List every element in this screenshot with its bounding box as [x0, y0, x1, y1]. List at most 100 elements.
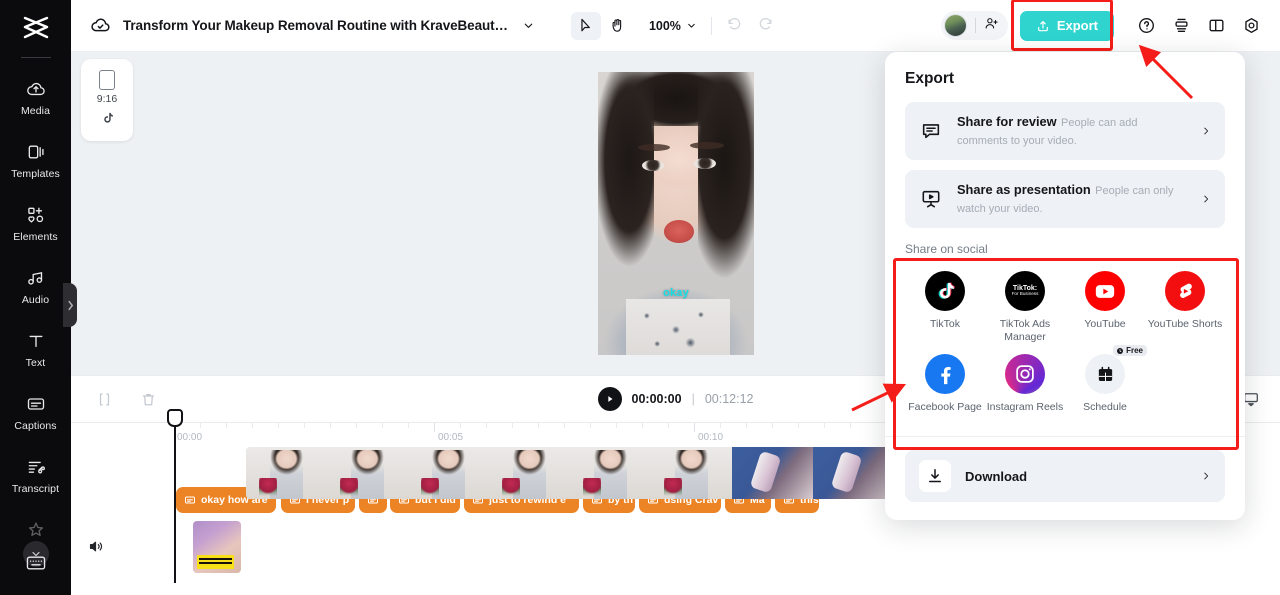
- social-item-label: Schedule: [1083, 401, 1127, 414]
- toolbar-divider: [710, 16, 712, 35]
- social-item-label: Facebook Page: [908, 401, 982, 414]
- export-panel: Export Share for review People can add c…: [885, 52, 1245, 521]
- preview-lips: [664, 220, 694, 243]
- preview-brow-left: [638, 144, 670, 151]
- facebook-icon: [925, 354, 965, 395]
- social-item-youtube-shorts[interactable]: YouTube Shorts: [1145, 271, 1225, 344]
- social-item-schedule[interactable]: Free Schedule: [1065, 345, 1147, 414]
- settings-gear-icon[interactable]: [1236, 11, 1266, 41]
- social-item-facebook-page[interactable]: Facebook Page: [905, 354, 985, 414]
- sidebar-item-text[interactable]: Text: [0, 322, 71, 375]
- social-item-label: Instagram Reels: [986, 401, 1064, 414]
- zoom-level-selector[interactable]: 100%: [649, 19, 697, 33]
- sidebar-item-audio[interactable]: Audio: [0, 259, 71, 312]
- redo-button[interactable]: [757, 15, 774, 37]
- tiktok-for-business-icon: TikTok: For Business: [1005, 271, 1045, 311]
- timeline-clip-intro[interactable]: [193, 521, 241, 573]
- undo-button[interactable]: [726, 15, 743, 37]
- sidebar-divider: [20, 57, 51, 58]
- ruler-label: 00:05: [438, 432, 464, 443]
- left-sidebar: Media Templates Elements Audio Text Capt…: [0, 0, 71, 595]
- video-thumbnail: [327, 447, 408, 499]
- chevron-down-icon[interactable]: [522, 19, 535, 32]
- project-title: Transform Your Makeup Removal Routine wi…: [123, 18, 508, 33]
- collaborators-group[interactable]: [940, 11, 1008, 40]
- portrait-frame-icon: [99, 70, 115, 90]
- preview-hair-left: [598, 72, 654, 298]
- main-video-clip[interactable]: [246, 447, 894, 499]
- clock-icon: [1117, 347, 1124, 354]
- play-button[interactable]: [597, 387, 622, 411]
- presentation-icon: [919, 187, 943, 211]
- video-thumbnail: [813, 447, 894, 499]
- sidebar-item-label: Elements: [13, 231, 58, 243]
- video-thumbnail: [732, 447, 813, 499]
- panel-collapse-handle[interactable]: [63, 283, 77, 327]
- toolbar-right-group: Export: [940, 0, 1266, 51]
- preview-caption-overlay: okay: [663, 287, 689, 299]
- social-grid: TikTok TikTok: For Business TikTok Ads M…: [905, 265, 1225, 422]
- share-as-presentation-option[interactable]: Share as presentation People can only wa…: [905, 170, 1225, 228]
- playhead-handle[interactable]: [167, 409, 183, 427]
- sidebar-item-transcript[interactable]: Transcript: [0, 448, 71, 501]
- templates-icon: [25, 141, 47, 163]
- export-button[interactable]: Export: [1019, 10, 1114, 41]
- social-item-tiktok-ads-manager[interactable]: TikTok: For Business TikTok Ads Manager: [985, 271, 1065, 344]
- social-item-youtube[interactable]: YouTube: [1065, 271, 1145, 344]
- video-thumbnail: [570, 447, 651, 499]
- ruler-label: 00:10: [698, 432, 724, 443]
- video-thumbnail: [489, 447, 570, 499]
- chevron-right-icon: [1201, 125, 1211, 137]
- video-thumbnail: [408, 447, 489, 499]
- video-thumbnail: [651, 447, 732, 499]
- avatar-divider: [974, 18, 976, 33]
- social-item-label: TikTok: [930, 318, 960, 330]
- preview-hair-right: [698, 72, 754, 316]
- social-item-instagram-reels[interactable]: Instagram Reels: [985, 354, 1065, 414]
- split-layout-icon[interactable]: [1201, 11, 1231, 41]
- help-circle-icon[interactable]: [1131, 11, 1161, 41]
- chevron-down-icon: [688, 23, 695, 28]
- layers-icon[interactable]: [1166, 11, 1196, 41]
- capcut-logo-icon[interactable]: [18, 13, 54, 43]
- tiktok-icon: [925, 271, 965, 311]
- share-for-review-option[interactable]: Share for review People can add comments…: [905, 102, 1225, 160]
- aspect-ratio-card[interactable]: 9:16: [81, 59, 133, 141]
- preview-eye-right: [694, 158, 716, 169]
- panel-divider: [885, 436, 1245, 438]
- zoom-level-value: 100%: [648, 18, 681, 33]
- social-item-label: YouTube Shorts: [1147, 318, 1223, 330]
- sidebar-item-label: Text: [25, 357, 46, 369]
- preview-eye-left: [642, 160, 664, 171]
- captions-icon: [183, 494, 196, 507]
- sidebar-item-label: Captions: [14, 420, 57, 432]
- total-duration: 00:12:12: [704, 392, 754, 406]
- sidebar-item-label: Audio: [21, 294, 50, 306]
- video-thumbnail: [246, 447, 327, 499]
- top-toolbar: Transform Your Makeup Removal Routine wi…: [71, 0, 1280, 52]
- instagram-icon: [1005, 354, 1045, 395]
- time-separator: |: [691, 392, 695, 406]
- social-item-tiktok[interactable]: TikTok: [905, 271, 985, 344]
- download-label: Download: [965, 468, 1028, 484]
- export-button-wrapper: Export: [1010, 0, 1114, 51]
- download-option[interactable]: Download: [905, 450, 1225, 503]
- sidebar-item-media[interactable]: Media: [0, 70, 71, 123]
- tiktok-icon: [101, 111, 114, 130]
- select-tool-button[interactable]: [570, 11, 601, 40]
- add-person-icon[interactable]: [984, 16, 999, 36]
- sparkle-icon: [25, 519, 47, 541]
- hand-tool-button[interactable]: [603, 12, 633, 40]
- preview-brow-right: [690, 142, 724, 149]
- chevron-right-icon: [1201, 193, 1211, 205]
- timeline-playhead[interactable]: [167, 409, 183, 583]
- sidebar-item-templates[interactable]: Templates: [0, 133, 71, 186]
- video-preview-player[interactable]: okay: [598, 72, 754, 355]
- keyboard-icon[interactable]: [25, 554, 47, 577]
- sidebar-item-label: Transcript: [11, 483, 60, 495]
- text-t-icon: [25, 330, 47, 352]
- sidebar-item-elements[interactable]: Elements: [0, 196, 71, 249]
- speaker-icon[interactable]: [86, 537, 104, 555]
- social-item-label: YouTube: [1084, 318, 1126, 330]
- sidebar-item-captions[interactable]: Captions: [0, 385, 71, 438]
